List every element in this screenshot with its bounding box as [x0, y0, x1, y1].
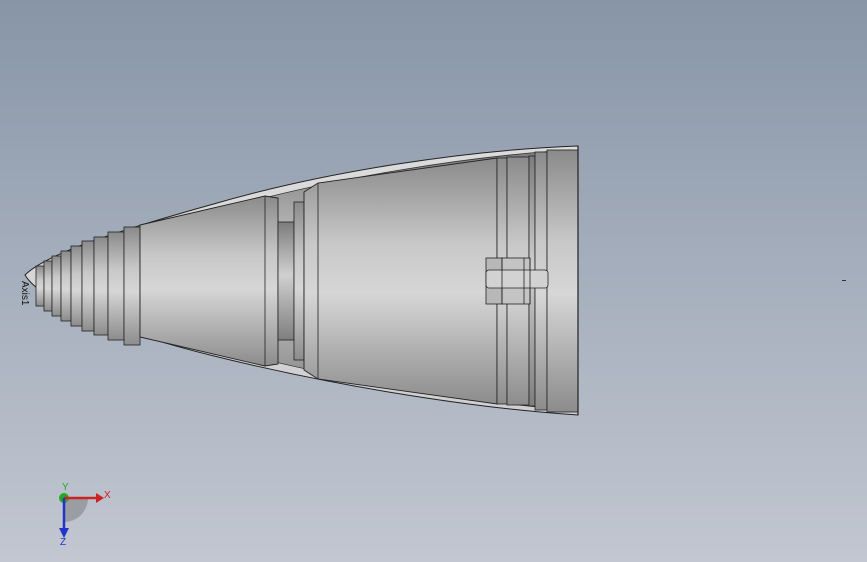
- view-triad[interactable]: X Y Z: [59, 482, 111, 548]
- body-section-rear[interactable]: [303, 157, 498, 405]
- body-section-front[interactable]: [139, 195, 279, 367]
- side-marker: [842, 280, 846, 281]
- triad-z-label: Z: [60, 537, 66, 548]
- triad-x-label: X: [104, 490, 111, 501]
- neck-section: [277, 221, 295, 341]
- triad-y-label: Y: [62, 482, 69, 493]
- nose-step-rings: [35, 226, 141, 346]
- model-view[interactable]: Axis1 X Y Z: [0, 0, 867, 562]
- axis-tag: Axis1: [19, 281, 30, 306]
- graphics-viewport[interactable]: Axis1 X Y Z: [0, 0, 867, 562]
